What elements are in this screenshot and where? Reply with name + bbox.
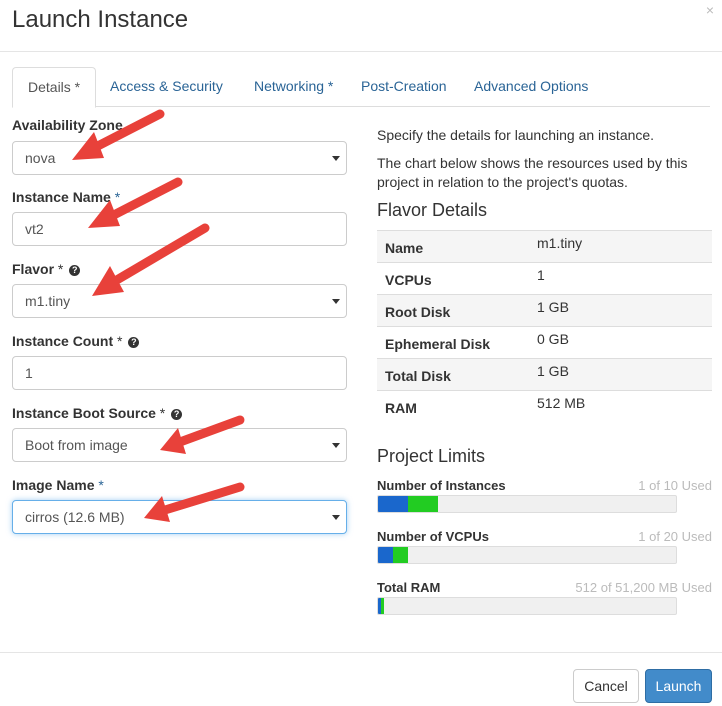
bar-used	[378, 496, 408, 512]
flavor-value: 1 GB	[529, 358, 712, 391]
flavor-value: 512 MB	[529, 390, 712, 423]
flavor-value: 0 GB	[529, 326, 712, 359]
launch-instance-dialog: Launch Instance × Details * Access & Sec…	[0, 0, 722, 706]
table-row: Root Disk 1 GB	[377, 294, 712, 327]
instance-name-label: Instance Name *	[12, 189, 121, 205]
boot-source-label: Instance Boot Source * ?	[12, 405, 183, 421]
tab-post-creation[interactable]: Post-Creation	[346, 67, 462, 107]
table-row: VCPUs 1	[377, 262, 712, 295]
bar-added	[393, 547, 408, 563]
availability-zone-select[interactable]: nova	[12, 141, 347, 175]
tab-bar: Details * Access & Security Networking *…	[12, 67, 710, 108]
launch-button[interactable]: Launch	[645, 669, 712, 703]
table-row: Total Disk 1 GB	[377, 358, 712, 391]
bar-added	[381, 598, 384, 614]
flavor-key: Total Disk	[377, 358, 529, 391]
instance-count-input[interactable]: 1	[12, 356, 347, 390]
cancel-button[interactable]: Cancel	[573, 669, 639, 703]
availability-zone-label: Availability Zone	[12, 117, 123, 133]
tab-details[interactable]: Details *	[12, 67, 97, 108]
question-circle-icon[interactable]: ?	[69, 265, 81, 276]
dialog-title: Launch Instance	[12, 6, 189, 33]
flavor-select[interactable]: m1.tiny	[12, 284, 347, 318]
tab-networking[interactable]: Networking *	[239, 67, 348, 107]
limit-value-instances: 1 of 10 Used	[638, 478, 712, 493]
question-circle-icon[interactable]: ?	[128, 337, 140, 348]
tab-access-security[interactable]: Access & Security	[95, 67, 238, 107]
close-icon[interactable]: ×	[706, 2, 714, 18]
boot-source-select[interactable]: Boot from image	[12, 428, 347, 462]
limit-value-vcpus: 1 of 20 Used	[638, 529, 712, 544]
flavor-key: VCPUs	[377, 262, 529, 295]
bar-used	[378, 547, 393, 563]
flavor-value: 1	[529, 262, 712, 295]
flavor-details-title: Flavor Details	[377, 200, 488, 220]
project-limits-title: Project Limits	[377, 446, 486, 466]
image-name-select[interactable]: cirros (12.6 MB)	[12, 500, 347, 534]
intro-text: Specify the details for launching an ins…	[377, 127, 655, 143]
chart-description: The chart below shows the resources used…	[377, 155, 688, 190]
table-row: Name m1.tiny	[377, 230, 712, 263]
limit-value-ram: 512 of 51,200 MB Used	[575, 580, 712, 595]
table-row: Ephemeral Disk 0 GB	[377, 326, 712, 359]
bar-added	[408, 496, 438, 512]
instance-name-input[interactable]: vt2	[12, 212, 347, 246]
flavor-key: Ephemeral Disk	[377, 326, 529, 359]
flavor-details-table: Name m1.tiny VCPUs 1 Root Disk 1 GB Ephemer…	[377, 230, 712, 423]
limit-label-instances: Number of Instances	[377, 478, 506, 493]
dialog-footer: Cancel Launch	[0, 652, 722, 706]
limit-label-vcpus: Number of VCPUs	[377, 529, 489, 544]
limit-bar-ram	[377, 597, 677, 615]
image-name-label: Image Name *	[12, 477, 104, 493]
flavor-key: Name	[377, 230, 529, 263]
tab-advanced-options[interactable]: Advanced Options	[459, 67, 603, 107]
limit-bar-instances	[377, 495, 677, 513]
limit-bar-vcpus	[377, 546, 677, 564]
instance-count-label: Instance Count * ?	[12, 333, 140, 349]
question-circle-icon[interactable]: ?	[171, 409, 183, 420]
dialog-header: Launch Instance ×	[0, 0, 722, 52]
flavor-value: 1 GB	[529, 294, 712, 327]
flavor-key: Root Disk	[377, 294, 529, 327]
flavor-key: RAM	[377, 390, 529, 423]
table-row: RAM 512 MB	[377, 390, 712, 423]
limit-label-ram: Total RAM	[377, 580, 441, 595]
flavor-value: m1.tiny	[529, 230, 712, 263]
flavor-label: Flavor * ?	[12, 261, 81, 277]
